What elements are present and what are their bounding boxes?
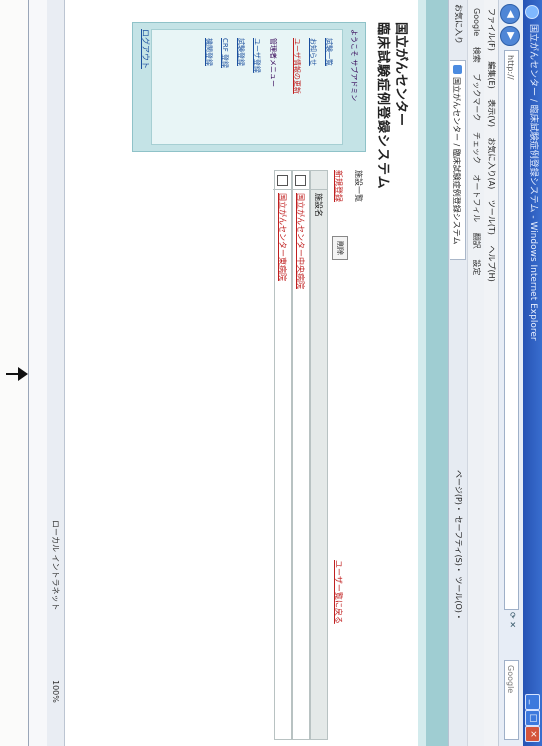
maximize-button[interactable]: □ [525,710,540,726]
search-input[interactable]: Google [504,660,519,740]
scanned-page: 国立がんセンター / 臨床試験症例登録システム - Windows Intern… [0,0,542,746]
back-to-users-link[interactable]: ユーザー覧に戻る [333,560,344,624]
site-logo-line1: 国立がんセンター [393,22,408,127]
site-logo-line2: 臨床試験症例登録システム [375,22,390,190]
logout-link[interactable]: ログアウト [140,29,151,69]
browser-window: 国立がんセンター / 臨床試験症例登録システム - Windows Intern… [29,0,542,746]
arrow-pointer-icon [6,367,28,381]
google-settings-button[interactable]: 設定 [472,259,481,275]
new-register-link[interactable]: 新規登録 [333,170,344,202]
table-header: 施設名 [309,170,328,740]
browser-screenshot: 国立がんセンター / 臨床試験症例登録システム - Windows Intern… [28,0,542,746]
url-input[interactable]: http:// [504,50,519,610]
forward-icon[interactable]: ▶ [500,26,520,46]
table-row: 国立がんセンター東病院 [273,170,292,740]
refresh-stop-icon[interactable]: ⟳ ✕ [508,612,517,628]
menu-favorites[interactable]: お気に入り(A) [487,138,496,190]
minimize-button[interactable]: _ [525,694,540,710]
page-title: 施設一覧 [354,170,363,202]
tab-active[interactable]: 国立がんセンター / 臨床試験症例登録システム [450,60,466,260]
command-bar[interactable]: ページ(P)・ セーフティ(S)・ ツール(O)・ [449,470,467,621]
google-toolbar: Google 検索 ブックマーク チェック オートフィル 翻訳 設定 [467,0,484,746]
security-zone: ローカル イントラネット [51,520,60,611]
menu-file[interactable]: ファイル(F) [487,8,496,51]
menu-bar: ファイル(F) 編集(E) 表示(V) お気に入り(A) ツール(T) ヘルプ(… [484,0,498,746]
sidebar-menu: 試験一覧 お知らせ ユーザ情報の更新 管理者メニュー ユーザ登録 試験登録 CR… [151,29,343,145]
google-check-button[interactable]: チェック [472,132,481,164]
page-favicon-icon [453,65,462,74]
sidebar-item-facility-register[interactable]: 機関登録 [204,38,214,66]
facility-link[interactable]: 国立がんセンター東病院 [273,193,291,281]
sidebar-item-news[interactable]: お知らせ [308,38,318,66]
window-title: 国立がんセンター / 臨床試験症例登録システム - Windows Intern… [528,24,538,341]
row-checkbox[interactable] [277,175,288,186]
welcome-text: ようこそ サブアドミン [350,29,358,102]
facility-link[interactable]: 国立がんセンター中央病院 [291,193,309,289]
window-bottom [29,0,47,746]
status-bar: ローカル イントラネット 100% [46,0,65,746]
google-label: Google [472,8,481,37]
google-search-button[interactable]: 検索 [472,47,481,63]
menu-tools[interactable]: ツール(T) [487,200,496,235]
header-banner [426,0,448,746]
menu-view[interactable]: 表示(V) [487,99,496,127]
tab-bar: お気に入り 国立がんセンター / 臨床試験症例登録システム ページ(P)・ セー… [448,0,467,746]
delete-button[interactable]: 削除 [332,236,348,260]
google-bookmark-button[interactable]: ブックマーク [472,73,481,121]
row-checkbox[interactable] [295,175,306,186]
column-divider [309,189,327,190]
zoom-level[interactable]: 100% [46,680,64,703]
table-row: 国立がんセンター中央病院 [291,170,310,740]
column-divider [291,189,309,190]
page-content: 国立がんセンター 臨床試験症例登録システム ようこそ サブアドミン 試験一覧 お… [65,0,448,746]
title-bar: 国立がんセンター / 臨床試験症例登録システム - Windows Intern… [523,0,542,746]
column-divider [273,189,291,190]
google-autofill-button[interactable]: オートフィル [472,174,481,222]
favorites-button[interactable]: お気に入り [449,4,467,44]
google-translate-button[interactable]: 翻訳 [472,233,481,249]
address-bar: ◀ ▶ http:// ⟳ ✕ Google [498,0,523,746]
back-icon[interactable]: ◀ [500,4,520,24]
menu-edit[interactable]: 編集(E) [487,61,496,88]
sidebar-item-user-register[interactable]: ユーザ登録 [252,38,262,73]
table-header-name: 施設名 [314,193,323,217]
ie-logo-icon [525,5,539,19]
admin-menu-title: 管理者メニュー [269,38,277,87]
menu-help[interactable]: ヘルプ(H) [487,245,496,281]
sidebar-item-trial-register[interactable]: 試験登録 [236,38,246,66]
tab-label: 国立がんセンター / 臨床試験症例登録システム [452,77,461,245]
sidebar-item-crf-register[interactable]: CRF 登録 [220,38,230,68]
sidebar-item-user-update[interactable]: ユーザ情報の更新 [292,38,302,94]
header-banner-shade [418,0,426,746]
sidebar: ようこそ サブアドミン 試験一覧 お知らせ ユーザ情報の更新 管理者メニュー ユ… [132,22,366,152]
sidebar-item-trial-list[interactable]: 試験一覧 [324,38,334,66]
close-button[interactable]: × [525,726,540,742]
